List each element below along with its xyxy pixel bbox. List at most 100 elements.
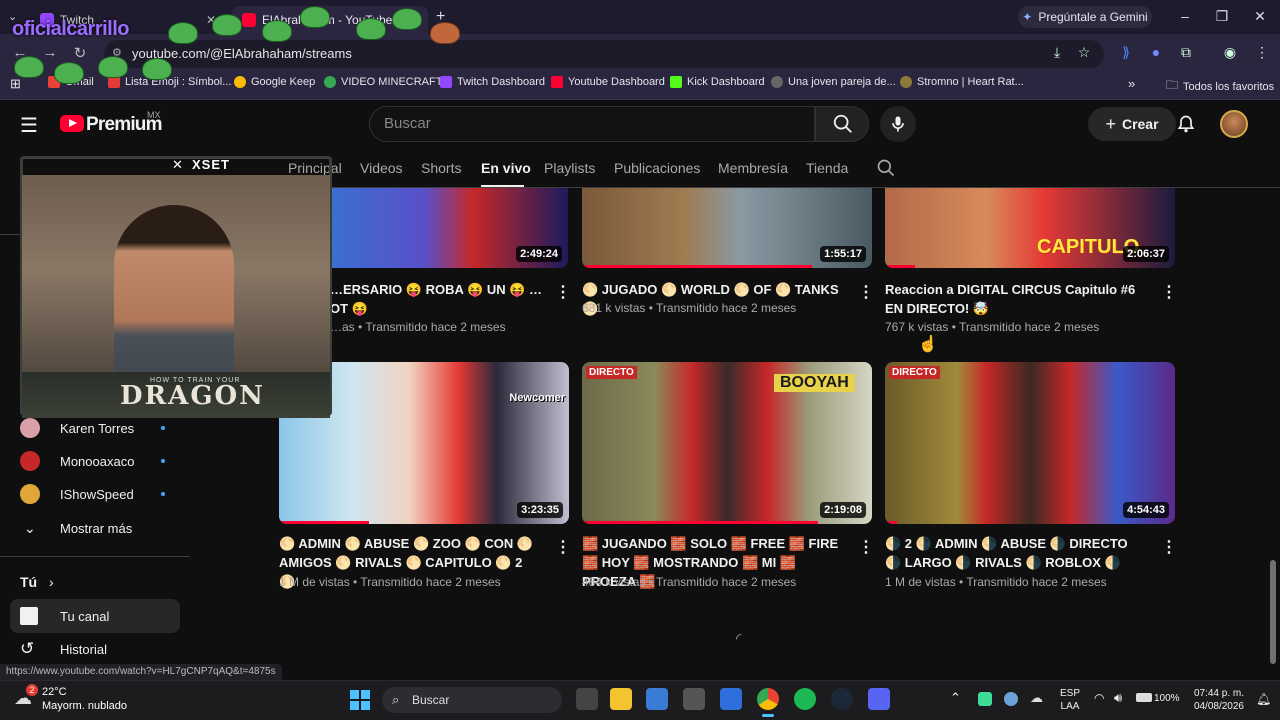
sidebar-item-historial[interactable]: ↺ Historial bbox=[0, 632, 180, 666]
video-duration: 2:06:37 bbox=[1123, 246, 1169, 262]
battery-icon[interactable] bbox=[1136, 693, 1152, 702]
windows-start-icon[interactable] bbox=[350, 690, 370, 710]
discord-icon[interactable] bbox=[868, 688, 890, 710]
video-title[interactable]: 🌗 2 🌗 ADMIN 🌗 ABUSE 🌗 DIRECTO 🌗 LARGO 🌗 … bbox=[885, 534, 1145, 572]
search-button[interactable] bbox=[815, 106, 869, 142]
sidebar-divider bbox=[0, 556, 190, 557]
tray-cloud-icon[interactable]: ☁ bbox=[1030, 690, 1043, 706]
bookmark-youtube-dashboard[interactable]: Youtube Dashboard bbox=[551, 76, 665, 88]
bookmark-label: Youtube Dashboard bbox=[568, 76, 665, 88]
tab-shorts[interactable]: Shorts bbox=[421, 160, 461, 176]
frog-emote-icon bbox=[54, 62, 84, 84]
more-options-icon[interactable]: ⋮ bbox=[555, 537, 571, 557]
wifi-icon[interactable]: ◠ bbox=[1094, 691, 1104, 705]
avatar bbox=[20, 451, 40, 471]
file-explorer-icon[interactable] bbox=[610, 688, 632, 710]
chrome-icon[interactable] bbox=[757, 688, 779, 710]
apps-icon[interactable]: ⊞ bbox=[10, 76, 21, 92]
address-bar[interactable]: youtube.com/@ElAbrahaham/streams bbox=[104, 40, 1104, 68]
tab-membresia[interactable]: Membresía bbox=[718, 160, 788, 176]
watch-progress bbox=[582, 521, 818, 524]
video-thumbnail[interactable]: 1:55:17 bbox=[582, 188, 872, 268]
sidebar-you-heading[interactable]: Tú › bbox=[20, 574, 54, 590]
bookmark-stromno[interactable]: Stromno | Heart Rat... bbox=[900, 76, 1024, 88]
video-title[interactable]: …ERSARIO 😝 ROBA 😝 UN 😝 …OT 😝 bbox=[330, 280, 550, 318]
video-thumbnail[interactable]: DIRECTO 4:54:43 bbox=[885, 362, 1175, 524]
watch-progress bbox=[582, 265, 812, 268]
tray-chevron-up-icon[interactable]: ⌃ bbox=[950, 690, 961, 706]
video-meta: 767 k vistas • Transmitido hace 2 meses bbox=[885, 320, 1100, 334]
create-button[interactable]: + Crear bbox=[1088, 107, 1176, 141]
minimize-icon[interactable]: – bbox=[1175, 8, 1195, 24]
task-view-icon[interactable] bbox=[576, 688, 598, 710]
tab-en-vivo[interactable]: En vivo bbox=[481, 160, 531, 176]
voice-search-button[interactable] bbox=[880, 106, 916, 142]
bookmark-keep[interactable]: Google Keep bbox=[234, 76, 315, 88]
more-options-icon[interactable]: ⋮ bbox=[1161, 537, 1177, 557]
search-input[interactable]: Buscar bbox=[369, 106, 815, 142]
more-options-icon[interactable]: ⋮ bbox=[858, 537, 874, 557]
sidebar-show-more[interactable]: ⌄ Mostrar más bbox=[0, 511, 180, 545]
steam-icon[interactable] bbox=[831, 688, 853, 710]
extensions-icon[interactable]: ⧉ bbox=[1176, 44, 1196, 61]
tab-playlists[interactable]: Playlists bbox=[544, 160, 595, 176]
profile-icon[interactable]: ◉ bbox=[1220, 44, 1240, 61]
all-favorites-folder[interactable]: 🗀 Todos los favoritos bbox=[1166, 76, 1274, 97]
language-indicator[interactable]: ESP LAA bbox=[1060, 687, 1080, 713]
sidebar-item-monooaxaco[interactable]: Monooaxaco bbox=[0, 444, 180, 478]
weather-widget[interactable]: ☁ 2 22°C Mayorm. nublado bbox=[14, 684, 134, 716]
notifications-bell-icon[interactable] bbox=[1176, 113, 1196, 140]
extension-audio-icon[interactable]: ⟫ bbox=[1116, 44, 1136, 61]
app-icon[interactable] bbox=[683, 688, 705, 710]
close-window-icon[interactable]: ✕ bbox=[1250, 8, 1270, 25]
account-avatar[interactable] bbox=[1220, 110, 1248, 138]
bookmark-twitch-dashboard[interactable]: Twitch Dashboard bbox=[440, 76, 545, 88]
user-channel-icon bbox=[20, 607, 38, 625]
clock[interactable]: 07:44 p. m. 04/08/2026 bbox=[1190, 687, 1244, 713]
more-options-icon[interactable]: ⋮ bbox=[858, 282, 874, 302]
store-icon[interactable] bbox=[646, 688, 668, 710]
channel-search-icon[interactable] bbox=[876, 158, 896, 183]
youtube-logo-icon[interactable] bbox=[60, 115, 84, 132]
install-app-icon[interactable]: ⤓ bbox=[1047, 44, 1067, 61]
tab-publicaciones[interactable]: Publicaciones bbox=[614, 160, 700, 176]
windows-taskbar bbox=[0, 680, 1280, 720]
gemini-button[interactable]: ✦ Pregúntale a Gemini bbox=[1018, 6, 1152, 28]
bookmark-emoji[interactable]: Lista Emoji : Símbol... bbox=[108, 76, 231, 88]
bookmark-star-icon[interactable]: ☆ bbox=[1074, 44, 1094, 61]
hamburger-menu-icon[interactable]: ☰ bbox=[20, 113, 38, 138]
taskbar-search[interactable]: ⌕ Buscar bbox=[382, 687, 562, 713]
sidebar-item-ishowspeed[interactable]: IShowSpeed bbox=[0, 477, 180, 511]
tray-app-icon[interactable] bbox=[978, 692, 992, 706]
notification-center-icon[interactable]: 🔔︎ bbox=[1256, 692, 1271, 706]
video-thumbnail[interactable]: CAPITULO 2:06:37 bbox=[885, 188, 1175, 268]
thumbnail-label: BOOYAH bbox=[774, 374, 855, 392]
sidebar-item-tu-canal[interactable]: Tu canal bbox=[10, 599, 180, 633]
spotify-icon[interactable] bbox=[794, 688, 816, 710]
extension-vpn-icon[interactable]: ● bbox=[1146, 44, 1166, 60]
frog-emote-icon bbox=[142, 58, 172, 80]
menu-icon[interactable]: ⋮ bbox=[1252, 44, 1272, 61]
video-title[interactable]: Reaccion a DIGITAL CIRCUS Capitulo #6 EN… bbox=[885, 280, 1150, 318]
page-scrollbar[interactable] bbox=[1270, 560, 1276, 664]
video-thumbnail[interactable]: DIRECTO BOOYAH 2:19:08 bbox=[582, 362, 872, 524]
xset-logo-icon: ✕ bbox=[172, 157, 183, 172]
more-bookmarks-button[interactable]: » bbox=[1128, 76, 1135, 91]
bookmark-kick-dashboard[interactable]: Kick Dashboard bbox=[670, 76, 765, 88]
active-app-indicator bbox=[762, 714, 774, 717]
maximize-icon[interactable]: ❐ bbox=[1212, 8, 1232, 25]
frog-emote-icon bbox=[262, 20, 292, 42]
bookmark-pareja[interactable]: Una joven pareja de... bbox=[771, 76, 896, 88]
bookmark-minecraft[interactable]: VIDEO MINECRAFT bbox=[324, 76, 442, 88]
tab-tienda[interactable]: Tienda bbox=[806, 160, 848, 176]
more-options-icon[interactable]: ⋮ bbox=[555, 282, 571, 302]
clock-time: 07:44 p. m. bbox=[1193, 688, 1244, 699]
more-options-icon[interactable]: ⋮ bbox=[1161, 282, 1177, 302]
tab-videos[interactable]: Videos bbox=[360, 160, 403, 176]
volume-icon[interactable]: 🔊︎ bbox=[1114, 690, 1122, 706]
forward-icon[interactable]: → bbox=[40, 44, 60, 61]
video-thumbnail[interactable]: 2:49:24 bbox=[330, 188, 568, 268]
editor-icon[interactable] bbox=[720, 688, 742, 710]
tray-steam-icon[interactable] bbox=[1004, 692, 1018, 706]
reload-icon[interactable]: ↻ bbox=[70, 44, 90, 62]
